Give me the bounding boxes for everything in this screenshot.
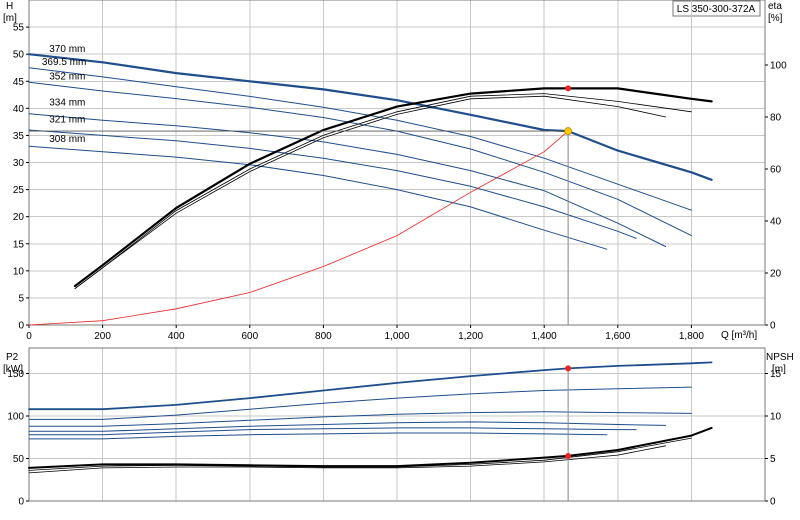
y2-tick-label: 60	[770, 165, 782, 176]
series-line-6	[28, 130, 569, 326]
power-axis-label: P2	[6, 352, 19, 363]
y2-tick-label: 80	[770, 113, 782, 124]
y2-tick-label: 15	[770, 369, 782, 380]
head-axis-label: H	[6, 1, 13, 12]
y-tick-label: 55	[13, 23, 25, 34]
y-tick-label: 35	[13, 131, 25, 142]
duty-point-marker	[564, 127, 573, 135]
y-tick-label: 45	[13, 77, 25, 88]
power-point-marker	[565, 365, 572, 372]
y-tick-label: 30	[13, 158, 25, 169]
y-tick-label: 150	[7, 369, 24, 380]
npsh-axis-label: NPSH	[766, 352, 794, 363]
curve-label-1: 369.5 mm	[42, 57, 86, 68]
y2-tick-label: 10	[770, 412, 782, 423]
curve-label-4: 321 mm	[49, 115, 85, 126]
y-tick-label: 0	[18, 497, 24, 508]
series-line-8	[74, 93, 692, 290]
curve-label-5: 308 mm	[49, 134, 85, 145]
y2-tick-label: 0	[770, 497, 776, 508]
x-tick-label: 1,200	[458, 331, 483, 342]
curve-label-2: 352 mm	[49, 71, 85, 82]
series-line-1	[28, 386, 692, 420]
x-tick-label: 600	[241, 331, 258, 342]
y-tick-label: 50	[13, 454, 25, 465]
series-line-8	[28, 445, 666, 474]
x-tick-label: 1,400	[532, 331, 557, 342]
model-label: LS 350-300-372A	[677, 4, 756, 15]
x-tick-label: 200	[94, 331, 111, 342]
x-tick-label: 400	[168, 331, 185, 342]
y-tick-label: 40	[13, 104, 25, 115]
x-tick-label: 1,600	[605, 331, 630, 342]
npsh-point-marker	[565, 452, 572, 459]
x-tick-label: 1,800	[679, 331, 704, 342]
curve-label-0: 370 mm	[49, 44, 85, 55]
efficiency-point-marker	[565, 85, 572, 92]
y-tick-label: 0	[18, 321, 24, 332]
eta-axis-label: eta	[768, 1, 782, 12]
y2-tick-label: 40	[770, 217, 782, 228]
x-tick-label: 1,000	[384, 331, 409, 342]
head-plot: 0 5 10 15 20 25 30 35 40 45 50 55 0 20 40 60 80 100 0 200 40…	[13, 0, 787, 342]
y2-tick-label: 20	[770, 269, 782, 280]
y-tick-label: 5	[18, 293, 24, 304]
flow-axis-label: Q [m³/h]	[721, 330, 757, 341]
series-line-0	[28, 361, 713, 411]
series-line-5	[28, 145, 608, 250]
x-tick-label: 800	[315, 331, 332, 342]
series-line-4	[28, 129, 637, 239]
y-tick-label: 100	[7, 412, 24, 423]
x-tick-label: 0	[26, 331, 32, 342]
series-line-2	[28, 81, 692, 237]
curve-label-3: 334 mm	[49, 97, 85, 108]
series-line-7	[73, 87, 713, 288]
y2-tick-label: 100	[770, 61, 787, 72]
series-line-0	[27, 53, 713, 181]
power-plot: 0 50 100 150 0 5 10 15	[7, 347, 782, 508]
y-tick-label: 20	[13, 212, 25, 223]
y-tick-label: 25	[13, 185, 25, 196]
eta-axis-unit: [%]	[768, 13, 783, 24]
y-tick-label: 10	[13, 266, 25, 277]
pump-performance-chart: LS 350-300-372A H [m] eta [%] Q [m³/h] P…	[3, 0, 794, 508]
y-tick-label: 50	[13, 50, 25, 61]
y2-tick-label: 0	[770, 321, 776, 332]
series-line-3	[28, 421, 667, 432]
y-tick-label: 15	[13, 239, 25, 250]
y2-tick-label: 5	[770, 454, 776, 465]
